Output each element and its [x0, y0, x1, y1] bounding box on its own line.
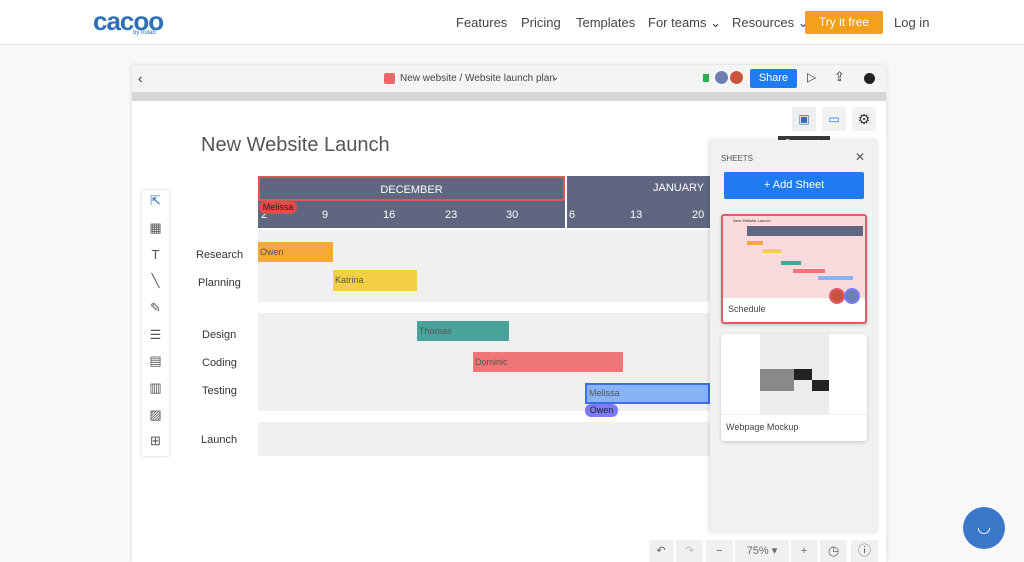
gear-icon[interactable]: ⚙	[852, 107, 876, 131]
cursor-label-owen: Owen	[585, 404, 618, 417]
page-title: New Website Launch	[201, 134, 390, 156]
zoom-in-button[interactable]: +	[791, 540, 817, 562]
divider	[565, 176, 567, 228]
avatar	[829, 288, 845, 304]
sheets-icon[interactable]: ▭	[822, 107, 846, 131]
text-tool-icon[interactable]: T	[142, 247, 169, 262]
date: 6	[569, 209, 576, 221]
try-it-free-button[interactable]: Try it free	[805, 11, 883, 34]
date: 13	[630, 209, 643, 221]
avatar[interactable]	[729, 70, 744, 85]
shapes-tool-icon[interactable]: ▦	[142, 220, 169, 236]
add-tool-icon[interactable]: ⊞	[142, 433, 169, 449]
sheet-thumbnail: New Website Launch	[723, 216, 865, 304]
gantt-bar-coding[interactable]: Dominic	[473, 352, 623, 372]
ruler-strip	[132, 92, 886, 101]
date: 9	[322, 209, 329, 221]
select-tool-icon[interactable]: ⇱	[142, 193, 169, 209]
chevron-down-icon: ⌄	[710, 15, 722, 30]
thumb-bar	[793, 269, 825, 273]
gantt-bar-planning[interactable]: Katrina	[333, 270, 417, 291]
thumb-bar	[763, 249, 781, 253]
gantt-bar-testing[interactable]: Melissa	[585, 383, 710, 404]
month-january[interactable]: JANUARY 20	[567, 176, 710, 219]
zoom-out-button[interactable]: −	[706, 540, 733, 562]
nav-for-teams-label: For teams	[648, 15, 707, 30]
gantt-bar-design[interactable]: Thomas	[417, 321, 509, 341]
date: 16	[383, 209, 396, 221]
logo-sub: by nulab	[133, 30, 156, 36]
nav-for-teams[interactable]: For teams ⌄	[648, 15, 721, 31]
date: 30	[506, 209, 519, 221]
present-icon[interactable]: ▷	[807, 70, 816, 84]
thumb-bar	[747, 241, 763, 245]
back-icon[interactable]: ‹	[138, 70, 143, 86]
user-menu-icon[interactable]	[864, 73, 875, 84]
login-link[interactable]: Log in	[894, 15, 929, 30]
comments-icon[interactable]: ▣	[792, 107, 816, 131]
sheet-card-schedule[interactable]: New Website Launch Schedule	[721, 214, 867, 324]
sheet-name: Webpage Mockup	[721, 414, 867, 439]
chat-icon[interactable]: ◡	[963, 507, 1005, 549]
date: 20	[692, 209, 705, 221]
thumb-header	[747, 226, 863, 236]
row-label: Planning	[198, 277, 241, 289]
nav-features[interactable]: Features	[456, 15, 507, 30]
sticky-tool-icon[interactable]: ▤	[142, 353, 169, 369]
row-label: Research	[196, 249, 244, 261]
date: 23	[445, 209, 458, 221]
thumb-block	[812, 380, 829, 391]
nav-templates[interactable]: Templates	[576, 15, 635, 30]
undo-icon[interactable]: ↶	[649, 540, 673, 562]
cacoo-app-icon	[384, 73, 395, 84]
sheets-heading: SHEETS	[721, 154, 754, 163]
flag-icon	[703, 74, 709, 82]
chevron-down-icon[interactable]: ⌄	[551, 72, 559, 83]
row-label: Coding	[202, 357, 237, 369]
image-tool-icon[interactable]: ▨	[142, 407, 169, 423]
close-icon[interactable]: ✕	[855, 150, 865, 164]
table-tool-icon[interactable]: ☰	[142, 327, 169, 343]
export-icon[interactable]: ⇪	[834, 69, 845, 85]
nav-pricing[interactable]: Pricing	[521, 15, 561, 30]
row-group	[258, 422, 710, 456]
zoom-level: 75%	[746, 545, 769, 557]
thumb-bar	[818, 276, 853, 280]
line-tool-icon[interactable]: ╲	[142, 273, 169, 289]
add-sheet-button[interactable]: + Add Sheet	[724, 172, 864, 199]
sheet-card-webpage-mockup[interactable]: Webpage Mockup	[721, 334, 867, 441]
sheet-thumbnail	[721, 334, 867, 414]
history-icon[interactable]: ◷	[820, 540, 847, 562]
avatar	[844, 288, 860, 304]
row-label: Launch	[201, 434, 238, 446]
help-icon[interactable]: ⓘ	[851, 540, 878, 562]
chart-tool-icon[interactable]: ▥	[142, 380, 169, 396]
pen-tool-icon[interactable]: ✎	[142, 300, 169, 316]
nav-resources-label: Resources	[732, 15, 795, 30]
thumb-bar	[781, 261, 801, 265]
breadcrumb[interactable]: New website / Website launch plan	[400, 73, 555, 84]
row-label: Design	[202, 329, 237, 341]
share-button[interactable]: Share	[750, 69, 797, 88]
thumb-block	[760, 369, 794, 391]
redo-icon[interactable]: ↷	[676, 540, 703, 562]
month-december[interactable]: DECEMBER	[258, 176, 565, 201]
zoom-select[interactable]: 75% ▾	[735, 540, 789, 562]
row-group	[258, 230, 710, 302]
gantt-bar-research[interactable]: Owen	[258, 242, 333, 262]
thumb-title: New Website Launch	[733, 218, 771, 223]
thumb-block	[794, 369, 812, 380]
nav-resources[interactable]: Resources ⌄	[732, 15, 809, 31]
row-label: Testing	[202, 385, 237, 397]
sheet-name: Schedule	[728, 304, 766, 314]
avatar[interactable]	[714, 70, 729, 85]
cursor-label-melissa: Melissa	[259, 201, 297, 214]
